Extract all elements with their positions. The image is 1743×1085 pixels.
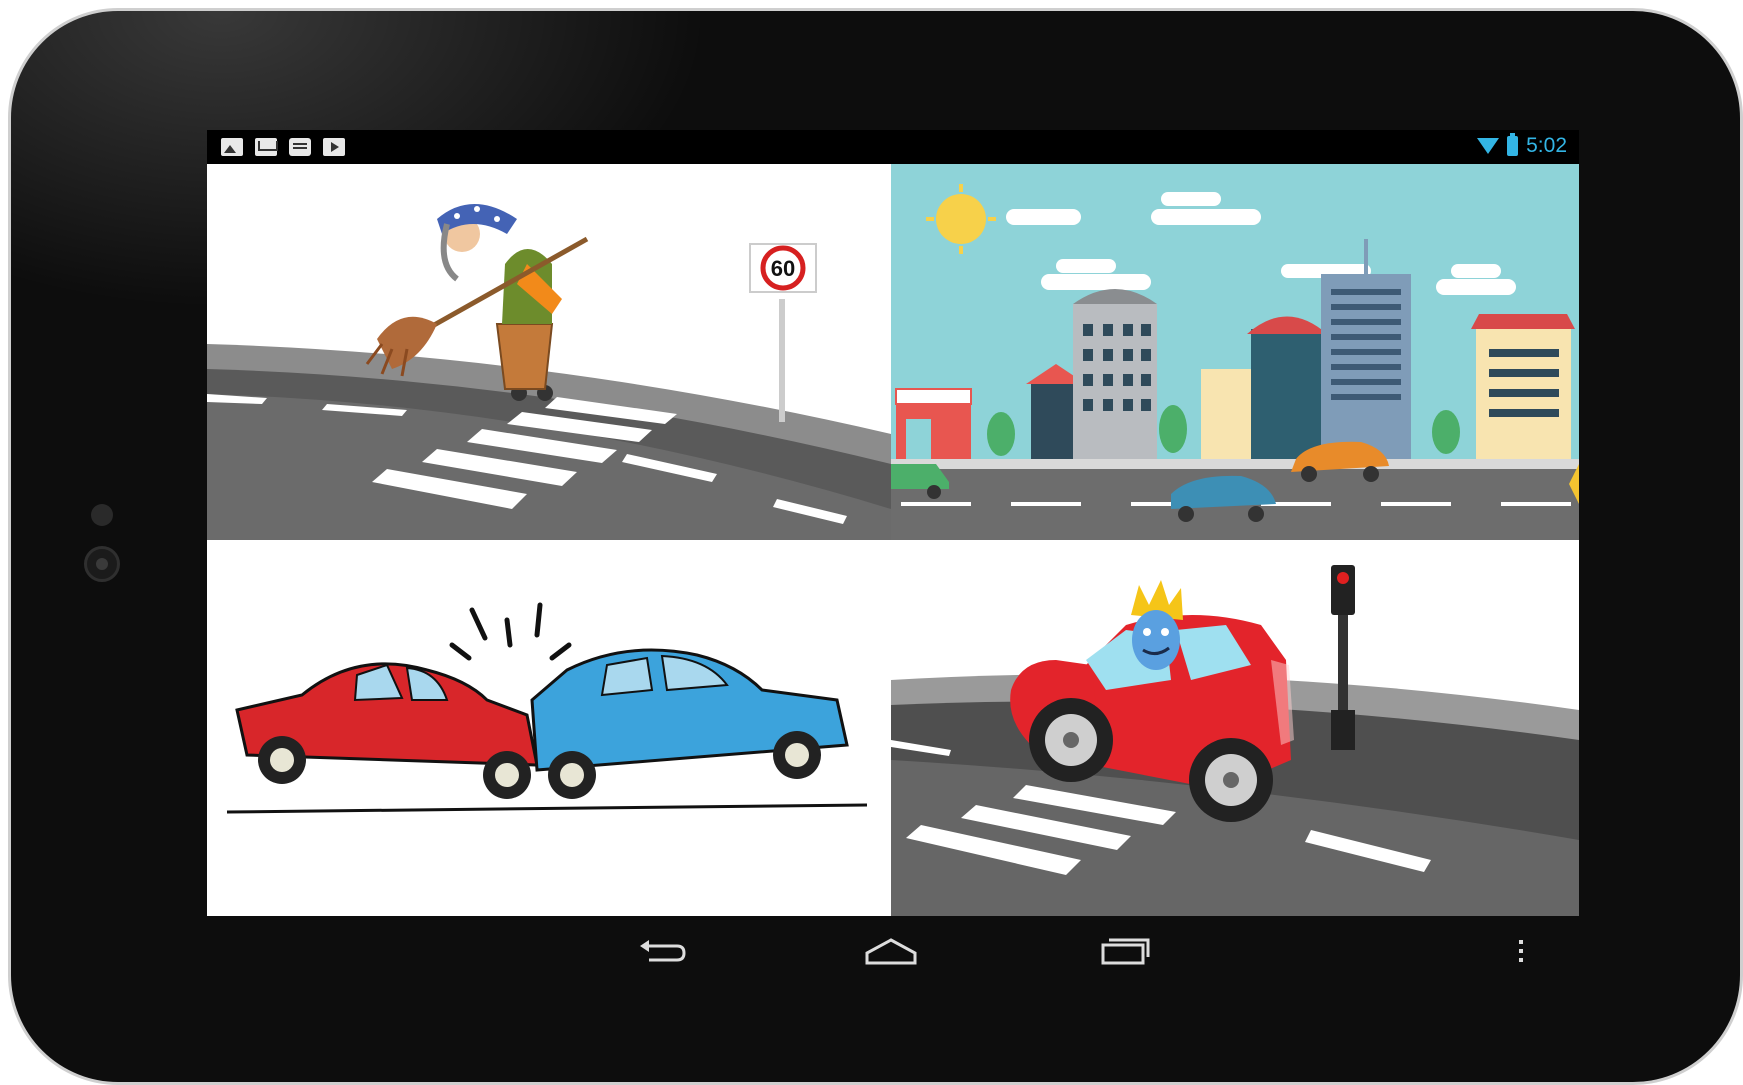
overflow-menu-button[interactable] [1506, 921, 1536, 981]
panel-car-crash[interactable] [207, 540, 891, 916]
car-crash-illustration [207, 540, 891, 916]
back-button[interactable] [627, 921, 697, 981]
tablet-screen: 5:02 60 [207, 130, 1579, 916]
battery-icon [1507, 133, 1519, 156]
city-street-illustration [891, 164, 1579, 540]
recent-apps-icon [1101, 938, 1150, 965]
speed-sign-text: 60 [771, 256, 795, 281]
status-bar: 5:02 [207, 130, 1579, 164]
gmail-icon [255, 138, 277, 156]
panel-city-street[interactable] [891, 164, 1579, 540]
back-icon [640, 940, 686, 962]
home-button[interactable] [856, 921, 926, 981]
picture-grid: 60 [207, 164, 1579, 916]
overflow-menu-icon [1519, 940, 1523, 962]
witch-crossing-illustration: 60 [207, 164, 891, 540]
light-sensor [91, 504, 113, 526]
recent-apps-button[interactable] [1090, 921, 1160, 981]
panel-witch-crossing[interactable]: 60 [207, 164, 891, 540]
gallery-icon [221, 138, 243, 156]
chat-icon [289, 138, 311, 156]
wifi-icon [1477, 138, 1500, 154]
status-indicators: 5:02 [1477, 133, 1567, 158]
status-clock: 5:02 [1526, 134, 1567, 157]
panel-king-red-car[interactable] [891, 540, 1579, 916]
home-icon [865, 938, 917, 965]
notification-icons [221, 138, 345, 156]
front-camera [84, 546, 120, 582]
play-store-icon [323, 138, 345, 156]
navigation-bar [0, 921, 1743, 981]
king-red-car-illustration [891, 540, 1579, 916]
